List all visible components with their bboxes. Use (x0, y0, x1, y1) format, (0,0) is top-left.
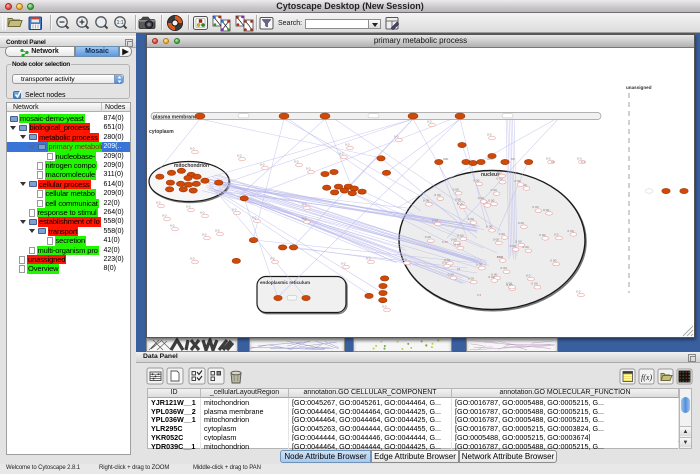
svg-text:o oo: o oo (476, 263, 482, 267)
svg-text:o o: o o (302, 202, 307, 206)
svg-text:o o: o o (402, 257, 407, 261)
svg-text:o o: o o (427, 119, 432, 123)
svg-text:o oo: o oo (522, 245, 528, 249)
svg-text:o oo: o oo (432, 218, 438, 222)
svg-text:o oo: o oo (510, 244, 516, 248)
svg-text:o o: o o (382, 304, 387, 308)
svg-text:unassigned: unassigned (626, 85, 652, 90)
svg-text:xx x: xx x (497, 255, 503, 259)
svg-text:o o: o o (186, 204, 191, 208)
svg-text:o oo: o oo (491, 188, 497, 192)
svg-text:o o: o o (554, 232, 559, 236)
svg-text:o oo: o oo (543, 208, 549, 212)
svg-text:o oo: o oo (539, 233, 545, 237)
svg-text:plasma membrane: plasma membrane (153, 115, 197, 121)
svg-text:o o: o o (260, 162, 265, 166)
svg-text:o oo: o oo (518, 221, 524, 225)
svg-text:o oo: o oo (448, 272, 454, 276)
svg-text:endoplasmic reticulum: endoplasmic reticulum (260, 280, 310, 285)
svg-text:o o: o o (345, 142, 350, 146)
svg-text:o o: o o (162, 213, 167, 217)
svg-text:o o: o o (156, 200, 161, 204)
svg-text:o oo: o oo (457, 201, 463, 205)
svg-text:o o: o o (202, 232, 207, 236)
svg-text:o oo: o oo (506, 281, 512, 285)
svg-text:o oo: o oo (467, 217, 473, 221)
svg-text:o o: o o (232, 207, 237, 211)
svg-text:ooo: ooo (443, 157, 449, 161)
svg-text:o oo: o oo (473, 178, 479, 182)
svg-text:o o: o o (294, 159, 299, 163)
svg-text:o oo: o oo (514, 179, 520, 183)
svg-text:o o: o o (190, 146, 195, 150)
svg-text:o o: o o (526, 273, 531, 277)
svg-text:o oo: o oo (567, 229, 573, 233)
svg-text:o o: o o (237, 153, 242, 157)
svg-text:oo o: oo o (487, 157, 493, 161)
svg-text:o oo: o oo (488, 198, 494, 202)
svg-text:x x: x x (477, 293, 481, 297)
svg-text:o o: o o (190, 256, 195, 260)
svg-text:o o: o o (576, 289, 581, 293)
svg-text:xx: xx (457, 267, 461, 271)
svg-text:o o: o o (581, 160, 586, 164)
svg-text:o oo: o oo (434, 193, 440, 197)
svg-text:o o: o o (252, 215, 257, 219)
svg-text:o oo: o oo (478, 196, 484, 200)
svg-text:o oo: o oo (468, 277, 474, 281)
svg-text:o o: o o (442, 260, 447, 264)
svg-text:o o: o o (341, 261, 346, 265)
svg-text:o oo: o oo (531, 282, 537, 286)
svg-text:1:1: 1:1 (117, 20, 124, 26)
svg-text:o o: o o (170, 223, 175, 227)
svg-text:o o: o o (306, 166, 311, 170)
svg-text:o oo: o oo (550, 258, 556, 262)
svg-text:f(x): f(x) (641, 373, 652, 382)
svg-text:cytoplasm: cytoplasm (149, 129, 174, 135)
svg-text:o oo: o oo (454, 242, 460, 246)
svg-text:o o: o o (339, 151, 344, 155)
svg-text:o o: o o (394, 134, 399, 138)
svg-text:o oo: o oo (486, 225, 492, 229)
svg-text:o oo: o oo (453, 188, 459, 192)
svg-text:o o: o o (366, 256, 371, 260)
svg-text:o o: o o (546, 156, 551, 160)
svg-text:x xx: x xx (442, 240, 448, 244)
svg-text:o o: o o (215, 228, 220, 232)
svg-text:o o: o o (302, 216, 307, 220)
svg-text:o oo: o oo (451, 237, 457, 241)
svg-text:oo: oo (511, 157, 515, 161)
svg-text:o o: o o (200, 210, 205, 214)
svg-text:oo: oo (551, 160, 555, 164)
svg-text:o o: o o (487, 132, 492, 136)
svg-text:o oo: o oo (493, 237, 499, 241)
svg-text:o o: o o (497, 170, 502, 174)
svg-text:o oo: o oo (457, 233, 463, 237)
svg-text:o oo: o oo (425, 235, 431, 239)
svg-text:o oo: o oo (499, 232, 505, 236)
svg-text:o oo: o oo (515, 239, 521, 243)
svg-text:o oo: o oo (501, 266, 507, 270)
svg-text:mitochondrion: mitochondrion (174, 163, 209, 169)
svg-text:o o: o o (270, 256, 275, 260)
svg-text:o oo: o oo (488, 275, 494, 279)
svg-text:o oo: o oo (532, 205, 538, 209)
svg-text:o oo: o oo (423, 199, 429, 203)
